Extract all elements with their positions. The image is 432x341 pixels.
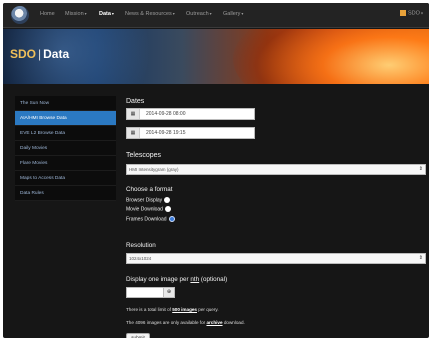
format-option-frames-download[interactable]: Frames Download [126,215,175,222]
sdo-badge-icon [399,10,406,16]
limit-note-bold[interactable]: 500 images [172,307,197,312]
resolution-heading: Resolution [126,242,156,249]
sidebar-item-data-rules[interactable]: Data Rules [15,186,116,201]
cadence-label: Display one image per nth (optional) [126,276,227,283]
sidebar-item-daily-movies[interactable]: Daily Movies [15,141,116,156]
chevron-down-icon: ⇕ [418,166,423,172]
nav-news-resources[interactable]: News & Resources▾ [125,11,175,17]
format-heading: Choose a format [126,186,173,193]
nav-gallery[interactable]: Gallery▾ [223,11,243,17]
nav-sdo-menu[interactable]: SDO ▾ [399,10,423,16]
nav-home[interactable]: Home [40,11,55,17]
cadence-suffix: (optional) [200,276,228,283]
format-option-label: Frames Download [126,215,167,222]
format-options: Browser Display Movie Download Frames Do… [126,197,175,225]
radio-button[interactable] [164,197,171,203]
limit-note-suffix: per query. [198,307,219,312]
browser-viewport: Home Mission▾ Data▾ News & Resources▾ Ou… [3,3,429,338]
telescope-select-value: HMI Intensitygram (gray) [129,167,179,172]
archive-note-suffix: download. [223,320,245,325]
format-option-browser-display[interactable]: Browser Display [126,197,175,203]
sun-image [233,29,429,84]
chevron-down-icon: ▾ [241,11,244,16]
submit-button[interactable]: submit [126,333,150,338]
cadence-nth: nth [190,276,200,283]
sidebar-item-eve-browse[interactable]: EVE L2 Browse Data [15,126,116,141]
archive-note: The 4096 images are only available for a… [126,320,245,325]
limit-note: There is a total limit of 500 images per… [126,307,219,312]
sidebar: The Sun Now AIA/HMI Browse Data EVE L2 B… [15,96,116,201]
top-nav: Home Mission▾ Data▾ News & Resources▾ Ou… [3,3,429,28]
telescopes-heading: Telescopes [126,152,162,159]
format-option-movie-download[interactable]: Movie Download [126,206,175,213]
end-date-field[interactable]: ▦ 2014-09-28 19:15 [126,127,255,139]
page-title-sdo: SDO [10,47,37,61]
stepper-icon[interactable]: ⊕ [164,287,175,298]
page-title: SDO | Data [10,47,69,61]
chevron-down-icon: ▾ [209,11,212,16]
chevron-down-icon: ▾ [84,11,87,16]
resolution-select[interactable]: 1024x1024 ⇕ [126,253,426,264]
end-date-value: 2014-09-28 19:15 [146,130,186,136]
nav-data[interactable]: Data▾ [99,11,114,17]
radio-button-selected[interactable] [168,215,175,222]
nav-mission[interactable]: Mission▾ [65,11,87,17]
archive-note-prefix: The 4096 images are only available for [126,320,206,325]
archive-link[interactable]: archive [206,320,222,325]
sdo-logo[interactable] [11,6,29,24]
cadence-input[interactable] [126,287,164,298]
sidebar-item-sun-now[interactable]: The Sun Now [15,96,116,111]
limit-note-prefix: There is a total limit of [126,307,171,312]
page-title-data: Data [43,47,70,61]
dates-heading: Dates [126,98,145,105]
cadence-prefix: Display one image per [126,276,189,283]
sidebar-item-flare-movies[interactable]: Flare Movies [15,156,116,171]
calendar-icon[interactable]: ▦ [127,128,140,138]
start-date-field[interactable]: ▦ 2014-09-28 08:00 [126,108,255,120]
chevron-down-icon: ▾ [111,11,114,16]
calendar-icon[interactable]: ▦ [127,109,140,119]
telescope-select[interactable]: HMI Intensitygram (gray) ⇕ [126,164,426,175]
start-date-value: 2014-09-28 08:00 [146,111,186,117]
cadence-input-group: ⊕ [126,287,175,298]
radio-button[interactable] [164,206,171,213]
chevron-down-icon: ▾ [419,10,423,16]
sidebar-item-aia-hmi-browse[interactable]: AIA/HMI Browse Data [15,111,116,126]
sidebar-item-maps-access-data[interactable]: Maps to Access Data [15,171,116,186]
chevron-down-icon: ▾ [172,11,175,16]
format-option-label: Browser Display [126,197,163,204]
format-option-label: Movie Download [126,206,163,213]
page-banner: SDO | Data [3,29,429,84]
nav-outreach[interactable]: Outreach▾ [186,11,212,17]
resolution-select-value: 1024x1024 [129,256,152,261]
page-title-separator: | [38,47,42,61]
chevron-down-icon: ⇕ [418,255,423,261]
